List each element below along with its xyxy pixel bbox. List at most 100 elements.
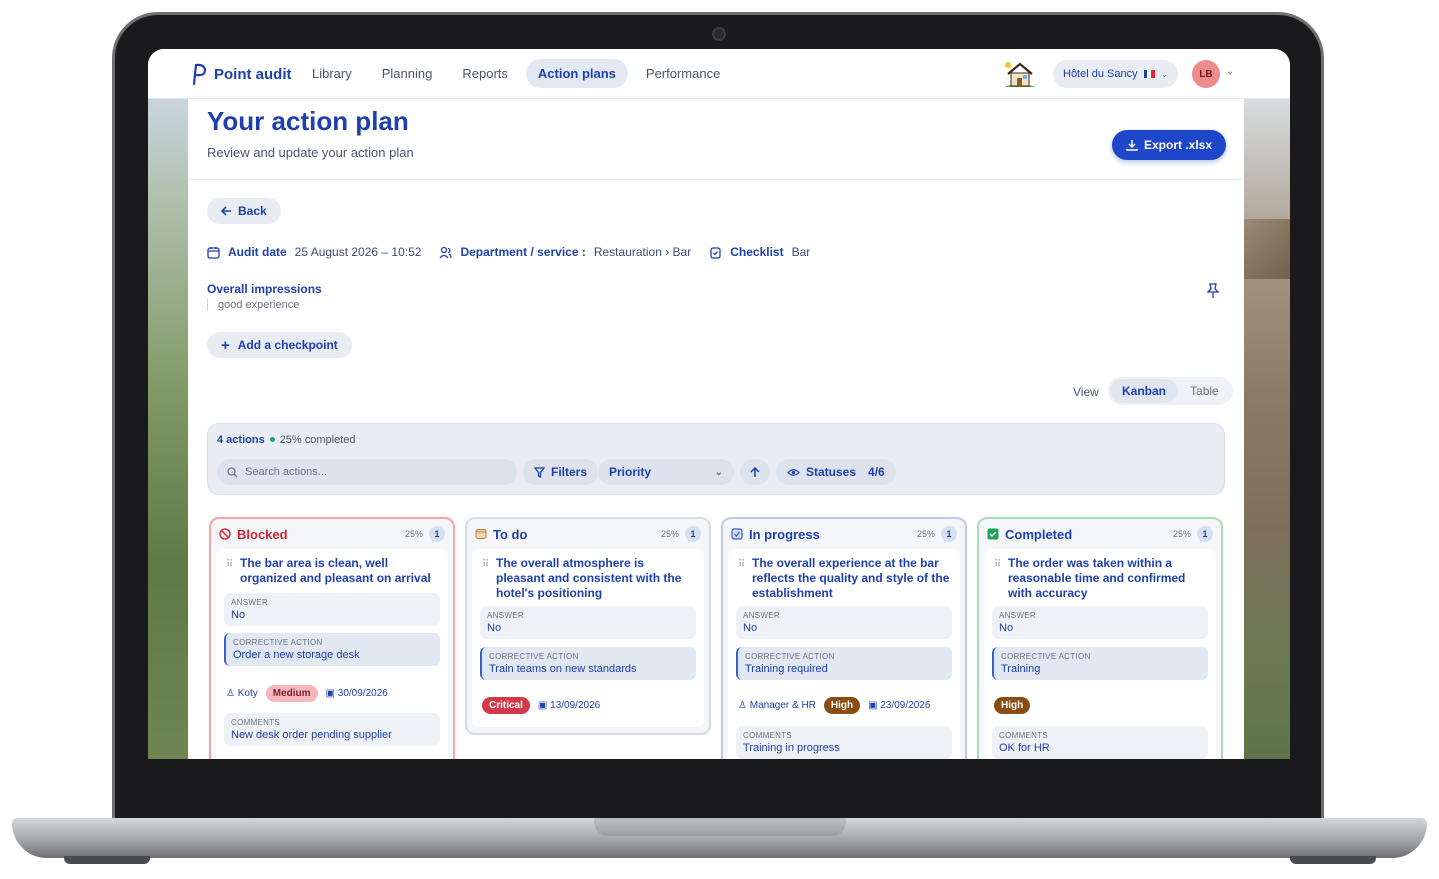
add-checkpoint-button[interactable]: + Add a checkpoint <box>207 332 352 358</box>
column-title: Blocked <box>237 526 288 542</box>
screen: Point audit Library Planning Reports Act… <box>148 49 1290 759</box>
camera-icon <box>712 27 726 41</box>
logo-text: Point audit <box>214 65 292 83</box>
view-table[interactable]: Table <box>1178 379 1231 403</box>
blocked-icon <box>219 528 231 540</box>
answer-label: ANSWER <box>487 611 524 620</box>
priority-badge[interactable]: Critical <box>482 697 530 714</box>
column-count-badge: 1 <box>685 526 701 542</box>
column-percent: 25% <box>1172 529 1191 539</box>
todo-icon <box>475 529 487 539</box>
corrective-action-field[interactable]: CORRECTIVE ACTION Train teams on new sta… <box>480 647 696 680</box>
card-title: The bar area is clean, well organized an… <box>240 556 431 585</box>
card-meta-row: High <box>994 697 1031 714</box>
due-date[interactable]: ▣ 30/09/2026 <box>326 688 388 699</box>
assignee[interactable]: ♙ Manager & HR <box>738 700 816 711</box>
corrective-action-label: CORRECTIVE ACTION <box>1001 652 1091 661</box>
hotel-name: Hôtel du Sancy <box>1063 68 1138 80</box>
main-panel: Your action plan Review and update your … <box>188 99 1244 759</box>
app-logo[interactable]: Point audit <box>190 62 292 86</box>
nav-link-reports[interactable]: Reports <box>450 59 520 88</box>
overall-impressions-label: Overall impressions <box>207 282 322 296</box>
answer-value: No <box>743 622 758 634</box>
action-card[interactable]: ⠿ The order was taken within a reasonabl… <box>984 549 1216 759</box>
nav-link-performance[interactable]: Performance <box>634 59 732 88</box>
arrow-up-icon <box>750 466 760 477</box>
page-title: Your action plan <box>207 106 409 136</box>
audit-meta-row: Audit date 25 August 2026 – 10:52 Depart… <box>207 245 820 259</box>
drag-handle-icon[interactable]: ⠿ <box>738 559 745 570</box>
drag-handle-icon[interactable]: ⠿ <box>482 559 489 570</box>
drag-handle-icon[interactable]: ⠿ <box>994 559 1001 570</box>
corrective-action-field[interactable]: CORRECTIVE ACTION Order a new storage de… <box>224 633 440 666</box>
corrective-action-label: CORRECTIVE ACTION <box>233 638 323 647</box>
calendar-icon <box>207 246 220 259</box>
card-meta-row: ♙ Manager & HR High ▣ 23/09/2026 <box>738 697 930 714</box>
france-flag-icon <box>1143 70 1155 78</box>
action-card[interactable]: ⠿ The overall atmosphere is pleasant and… <box>472 549 704 727</box>
user-avatar[interactable]: LB <box>1192 60 1220 88</box>
corrective-action-value: Train teams on new standards <box>489 663 637 675</box>
answer-value: No <box>487 622 502 634</box>
search-input[interactable]: Search actions... <box>217 459 517 485</box>
corrective-action-field[interactable]: CORRECTIVE ACTION Training required <box>736 647 952 680</box>
search-placeholder: Search actions... <box>245 466 327 478</box>
view-kanban[interactable]: Kanban <box>1110 379 1179 403</box>
comments-label: COMMENTS <box>231 718 281 727</box>
back-button[interactable]: Back <box>207 198 281 224</box>
background-landscape-left <box>148 99 190 759</box>
nav-links: Library Planning Reports Action plans Pe… <box>300 59 732 88</box>
laptop-foot-right <box>1290 856 1376 864</box>
corrective-action-value: Order a new storage desk <box>233 649 360 661</box>
action-card[interactable]: ⠿ The overall experience at the bar refl… <box>728 549 960 759</box>
statuses-button[interactable]: Statuses 4/6 <box>776 459 896 485</box>
due-date[interactable]: ▣ 23/09/2026 <box>868 700 930 711</box>
answer-label: ANSWER <box>743 611 780 620</box>
nav-link-library[interactable]: Library <box>300 59 364 88</box>
chevron-down-icon: ⌄ <box>1160 68 1169 79</box>
priority-badge[interactable]: High <box>823 697 861 714</box>
export-label: Export .xlsx <box>1143 138 1213 152</box>
action-card[interactable]: ⠿ The bar area is clean, well organized … <box>216 549 448 759</box>
corrective-action-field[interactable]: CORRECTIVE ACTION Training <box>992 647 1208 680</box>
priority-badge[interactable]: High <box>994 697 1031 714</box>
comments-label: COMMENTS <box>743 731 793 740</box>
priority-badge[interactable]: Medium <box>265 685 318 702</box>
card-meta-row: ♙ Koty Medium ▣ 30/09/2026 <box>226 685 388 702</box>
column-header: Blocked 25% 1 <box>219 524 445 544</box>
card-meta-row: Critical ▣ 13/09/2026 <box>482 697 600 714</box>
hotel-selector[interactable]: Hôtel du Sancy ⌄ <box>1053 60 1179 88</box>
answer-label: ANSWER <box>999 611 1036 620</box>
header-divider <box>188 179 1244 180</box>
filters-button[interactable]: Filters <box>523 459 599 485</box>
audit-date-value: 25 August 2026 – 10:52 <box>294 245 422 259</box>
add-checkpoint-label: Add a checkpoint <box>237 338 338 352</box>
pin-icon[interactable] <box>1206 283 1220 299</box>
export-xlsx-button[interactable]: Export .xlsx <box>1112 130 1226 160</box>
kanban-column-completed: Completed 25% 1 ⠿ The order was taken wi… <box>977 517 1223 759</box>
assignee[interactable]: ♙ Koty <box>226 688 258 699</box>
drag-handle-icon[interactable]: ⠿ <box>226 559 233 570</box>
column-header: In progress 25% 1 <box>731 524 957 544</box>
statuses-count: 4/6 <box>868 465 885 479</box>
users-icon <box>439 246 453 258</box>
filter-icon <box>534 466 545 478</box>
due-date[interactable]: ▣ 13/09/2026 <box>538 700 600 711</box>
nav-link-planning[interactable]: Planning <box>370 59 445 88</box>
corrective-action-label: CORRECTIVE ACTION <box>745 652 835 661</box>
nav-link-action-plans[interactable]: Action plans <box>525 59 628 88</box>
sort-direction-button[interactable] <box>740 459 770 485</box>
laptop-notch <box>594 818 846 836</box>
column-count-badge: 1 <box>1197 526 1213 542</box>
view-toggle: Kanban Table <box>1108 377 1233 405</box>
clipboard-check-icon <box>710 246 721 259</box>
audit-date-label: Audit date <box>228 245 287 259</box>
hotel-house-icon <box>1004 62 1036 87</box>
comments-label: COMMENTS <box>999 731 1049 740</box>
chevron-down-icon[interactable]: ⌄ <box>1226 66 1234 77</box>
arrow-left-icon <box>221 206 231 216</box>
actions-summary: 4 actions 25% completed <box>217 434 356 446</box>
plus-icon: + <box>221 336 230 354</box>
priority-select[interactable]: Priority ⌄ <box>598 459 734 485</box>
column-percent: 25% <box>660 529 679 539</box>
